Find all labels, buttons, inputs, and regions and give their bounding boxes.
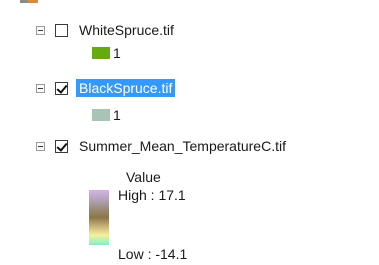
legend-label-blackspruce: 1: [113, 107, 121, 123]
ramp-high-label: High : 17.1: [118, 187, 186, 203]
ramp-low-label: Low : -14.1: [118, 246, 188, 262]
legend-label-whitespruce: 1: [113, 45, 121, 61]
legend-swatch-whitespruce: [92, 47, 110, 59]
color-ramp: [89, 190, 109, 245]
visibility-checkbox-blackspruce[interactable]: [55, 81, 68, 95]
layer-row-whitespruce: WhiteSpruce.tif: [36, 20, 177, 40]
layer-name-blackspruce[interactable]: BlackSpruce.tif: [76, 79, 176, 97]
collapse-toggle-blackspruce[interactable]: [36, 83, 45, 93]
layer-name-summer-temp[interactable]: Summer_Mean_TemperatureC.tif: [76, 137, 289, 155]
ramp-title: Value: [126, 169, 161, 185]
legend-item-whitespruce: 1: [92, 43, 121, 63]
collapse-toggle-whitespruce[interactable]: [36, 25, 45, 35]
visibility-checkbox-summer-temp[interactable]: [55, 139, 68, 153]
layer-row-summer-temp: Summer_Mean_TemperatureC.tif: [36, 136, 289, 156]
legend-swatch-blackspruce: [92, 109, 110, 121]
legend-item-blackspruce: 1: [92, 105, 121, 125]
collapse-toggle-summer-temp[interactable]: [36, 141, 45, 151]
layer-row-blackspruce: BlackSpruce.tif: [36, 78, 176, 98]
previous-layer-fragment: [20, 0, 38, 3]
layer-name-whitespruce[interactable]: WhiteSpruce.tif: [76, 21, 177, 39]
visibility-checkbox-whitespruce[interactable]: [55, 23, 68, 37]
